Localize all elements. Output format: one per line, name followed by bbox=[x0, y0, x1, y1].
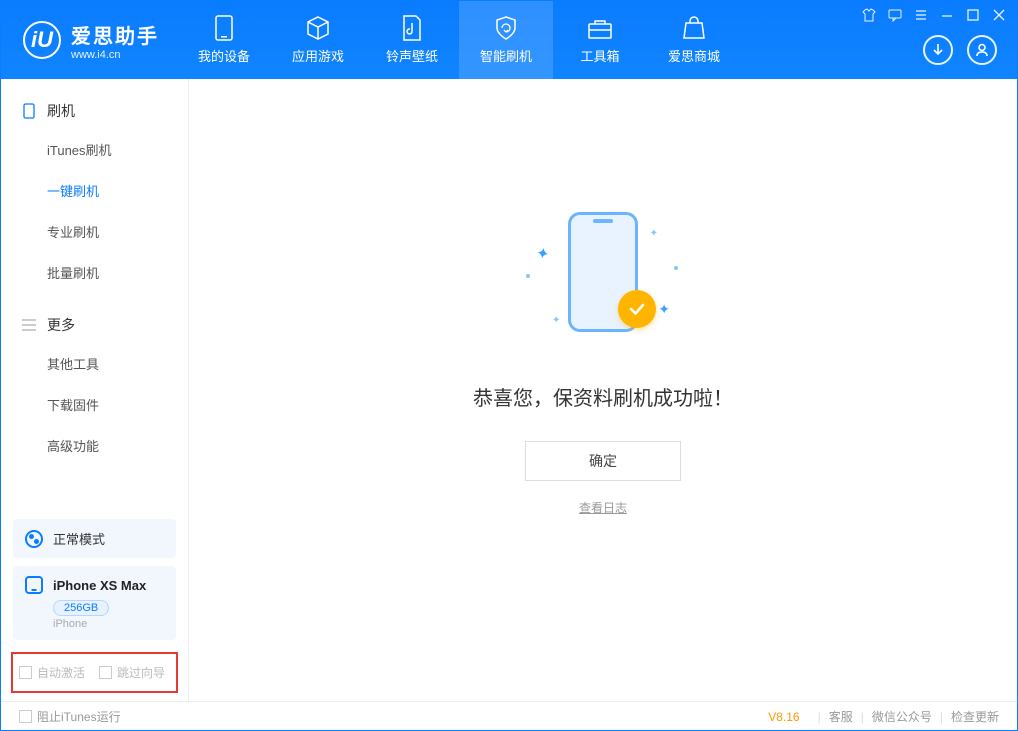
sidebar-item-oneclick-flash[interactable]: 一键刷机 bbox=[1, 170, 188, 211]
download-button[interactable] bbox=[923, 35, 953, 65]
refresh-shield-icon bbox=[493, 15, 519, 41]
tab-ringtones-wallpapers[interactable]: 铃声壁纸 bbox=[365, 1, 459, 79]
status-bar: 阻止iTunes运行 V8.16 | 客服 | 微信公众号 | 检查更新 bbox=[1, 701, 1017, 731]
device-storage-badge: 256GB bbox=[53, 600, 109, 616]
mode-icon bbox=[25, 530, 43, 548]
main-tabs: 我的设备 应用游戏 铃声壁纸 智能刷机 工具箱 爱思商城 bbox=[177, 1, 741, 79]
checkbox-block-itunes[interactable]: 阻止iTunes运行 bbox=[19, 708, 121, 725]
checkbox-skip-guide[interactable]: 跳过向导 bbox=[99, 664, 165, 681]
music-file-icon bbox=[399, 15, 425, 41]
checkbox-icon bbox=[99, 666, 112, 679]
app-title: 爱思助手 bbox=[71, 20, 159, 49]
sidebar-header-flash: 刷机 bbox=[1, 93, 188, 129]
footer-support-link[interactable]: 客服 bbox=[829, 708, 853, 725]
list-icon bbox=[21, 317, 37, 333]
maximize-button[interactable] bbox=[965, 7, 981, 23]
device-small-icon bbox=[25, 576, 43, 594]
shirt-icon[interactable] bbox=[861, 7, 877, 23]
sidebar: 刷机 iTunes刷机 一键刷机 专业刷机 批量刷机 更多 其他工具 下载固件 … bbox=[1, 79, 189, 701]
device-icon bbox=[211, 15, 237, 41]
checkbox-icon bbox=[19, 666, 32, 679]
view-log-link[interactable]: 查看日志 bbox=[579, 499, 627, 516]
mode-indicator[interactable]: 正常模式 bbox=[13, 519, 176, 558]
device-card[interactable]: iPhone XS Max 256GB iPhone bbox=[13, 566, 176, 640]
success-message: 恭喜您，保资料刷机成功啦！ bbox=[473, 382, 733, 411]
logo-icon: iU bbox=[23, 21, 61, 59]
version-label: V8.16 bbox=[768, 710, 799, 724]
tab-store[interactable]: 爱思商城 bbox=[647, 1, 741, 79]
footer-wechat-link[interactable]: 微信公众号 bbox=[872, 708, 932, 725]
user-button[interactable] bbox=[967, 35, 997, 65]
feedback-icon[interactable] bbox=[887, 7, 903, 23]
sidebar-item-download-firmware[interactable]: 下载固件 bbox=[1, 384, 188, 425]
app-url: www.i4.cn bbox=[71, 49, 159, 61]
device-type: iPhone bbox=[53, 618, 164, 630]
sidebar-item-itunes-flash[interactable]: iTunes刷机 bbox=[1, 129, 188, 170]
success-illustration: ✦ ✦ ✦ ✦ bbox=[518, 204, 688, 354]
mode-label: 正常模式 bbox=[53, 529, 105, 548]
minimize-button[interactable] bbox=[939, 7, 955, 23]
sidebar-item-other-tools[interactable]: 其他工具 bbox=[1, 343, 188, 384]
menu-icon[interactable] bbox=[913, 7, 929, 23]
sidebar-item-pro-flash[interactable]: 专业刷机 bbox=[1, 211, 188, 252]
footer-update-link[interactable]: 检查更新 bbox=[951, 708, 999, 725]
tab-smart-flash[interactable]: 智能刷机 bbox=[459, 1, 553, 79]
close-button[interactable] bbox=[991, 7, 1007, 23]
tab-toolbox[interactable]: 工具箱 bbox=[553, 1, 647, 79]
device-name: iPhone XS Max bbox=[53, 578, 146, 593]
logo: iU 爱思助手 www.i4.cn bbox=[1, 20, 177, 61]
tab-apps-games[interactable]: 应用游戏 bbox=[271, 1, 365, 79]
check-badge-icon bbox=[618, 290, 656, 328]
bag-icon bbox=[681, 15, 707, 41]
main-content: ✦ ✦ ✦ ✦ 恭喜您，保资料刷机成功啦！ 确定 查看日志 bbox=[189, 79, 1017, 701]
cube-icon bbox=[305, 15, 331, 41]
checkbox-auto-activate[interactable]: 自动激活 bbox=[19, 664, 85, 681]
options-highlight: 自动激活 跳过向导 bbox=[11, 652, 178, 693]
app-header: iU 爱思助手 www.i4.cn 我的设备 应用游戏 铃声壁纸 智能刷机 工具… bbox=[1, 1, 1017, 79]
checkbox-icon bbox=[19, 710, 32, 723]
sidebar-item-advanced[interactable]: 高级功能 bbox=[1, 425, 188, 466]
phone-small-icon bbox=[21, 103, 37, 119]
ok-button[interactable]: 确定 bbox=[525, 441, 681, 481]
sidebar-header-more: 更多 bbox=[1, 307, 188, 343]
tab-my-device[interactable]: 我的设备 bbox=[177, 1, 271, 79]
sidebar-item-batch-flash[interactable]: 批量刷机 bbox=[1, 252, 188, 293]
toolbox-icon bbox=[587, 15, 613, 41]
